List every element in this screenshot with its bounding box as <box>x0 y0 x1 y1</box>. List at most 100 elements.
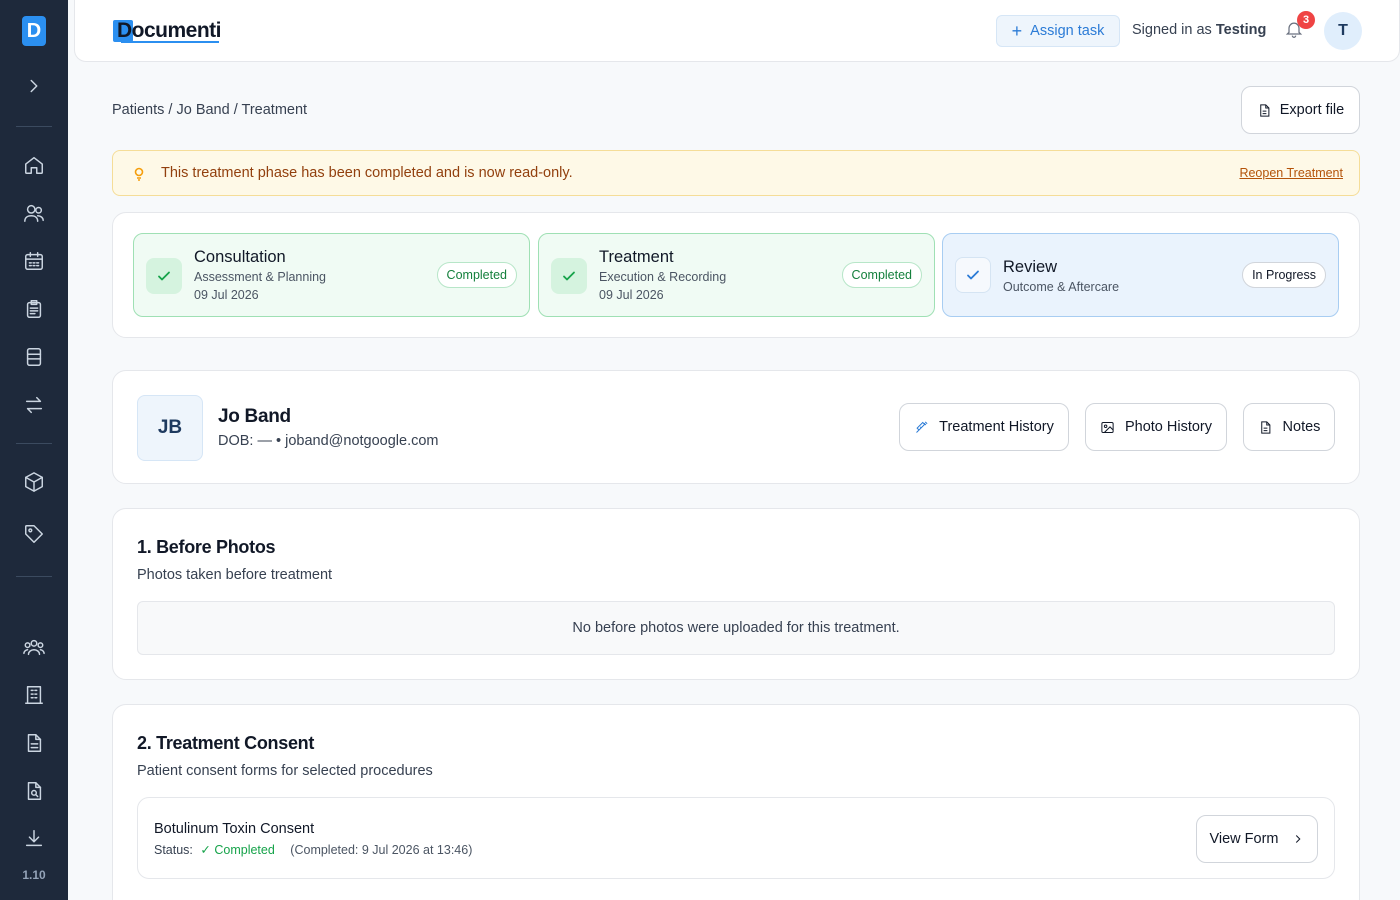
step-subtitle: Assessment & Planning <box>194 270 327 284</box>
treatment-history-label: Treatment History <box>939 419 1054 435</box>
check-icon <box>955 257 991 293</box>
check-icon <box>551 258 587 294</box>
notes-label: Notes <box>1282 419 1321 435</box>
chevron-right-icon <box>30 79 38 93</box>
box-icon <box>25 472 43 492</box>
notes-button[interactable]: Notes <box>1243 403 1335 451</box>
sidebar-item-clinics[interactable] <box>20 681 48 709</box>
sidebar-item-audit[interactable] <box>20 777 48 805</box>
users-icon <box>24 204 44 222</box>
check-icon <box>146 258 182 294</box>
patient-name: Jo Band <box>218 406 291 427</box>
status-badge: Completed <box>841 262 922 288</box>
home-icon <box>25 156 43 174</box>
lightbulb-icon <box>134 167 144 181</box>
download-icon <box>25 830 43 847</box>
sidebar-item-tasks[interactable] <box>20 295 48 323</box>
section-title: 2. Treatment Consent <box>137 733 315 753</box>
treatment-phase-stepper: Consultation Assessment & Planning 09 Ju… <box>112 212 1360 338</box>
photo-history-button[interactable]: Photo History <box>1085 403 1227 451</box>
app-version: 1.10 <box>22 868 46 882</box>
sidebar-divider <box>16 576 52 577</box>
note-icon <box>1260 420 1270 434</box>
step-subtitle: Execution & Recording <box>599 270 727 284</box>
assign-task-button[interactable]: + Assign task <box>996 15 1120 47</box>
documenti-logo[interactable]: Documenti <box>113 18 222 44</box>
sidebar-item-pricing[interactable] <box>20 520 48 548</box>
status-label: Status: <box>154 843 193 857</box>
photo-history-label: Photo History <box>1124 419 1213 435</box>
expand-sidebar-button[interactable] <box>20 72 48 100</box>
calendar-icon <box>25 252 43 270</box>
step-consultation[interactable]: Consultation Assessment & Planning 09 Ju… <box>133 233 530 317</box>
sidebar-item-transfers[interactable] <box>20 391 48 419</box>
step-title: Consultation <box>194 248 286 266</box>
signed-in-prefix: Signed in as <box>1132 22 1212 38</box>
sidebar-item-team[interactable] <box>20 633 48 661</box>
sidebar-item-calendar[interactable] <box>20 247 48 275</box>
signed-in-user: Testing <box>1215 22 1267 38</box>
export-file-label: Export file <box>1279 102 1345 118</box>
user-avatar[interactable]: T <box>1324 12 1362 50</box>
assign-task-label: Assign task <box>1030 23 1105 39</box>
section-subtitle: Photos taken before treatment <box>137 567 333 583</box>
export-file-button[interactable]: Export file <box>1241 86 1360 134</box>
sidebar-divider <box>16 126 52 127</box>
file-icon <box>1260 103 1270 117</box>
read-only-alert: This treatment phase has been completed … <box>112 150 1360 196</box>
status-badge: Completed <box>436 262 517 288</box>
sidebar-divider <box>16 443 52 444</box>
breadcrumb[interactable]: Patients / Jo Band / Treatment <box>112 102 307 118</box>
empty-photos-message: No before photos were uploaded for this … <box>137 601 1335 655</box>
sidebar: D 1.10 <box>0 0 68 900</box>
sidebar-item-inventory[interactable] <box>20 468 48 496</box>
image-icon <box>1101 421 1114 433</box>
patient-summary-card: JB Jo Band DOB: — • joband@notgoogle.com… <box>112 370 1360 484</box>
app-logo-icon[interactable]: D <box>22 16 46 46</box>
top-header: Documenti + Assign task Signed in as Tes… <box>74 0 1400 62</box>
signed-in-text: Signed in as Testing <box>1132 22 1266 38</box>
transfer-icon <box>25 396 43 414</box>
sidebar-item-patients[interactable] <box>20 199 48 227</box>
treatment-history-button[interactable]: Treatment History <box>899 403 1069 451</box>
sidebar-item-templates[interactable] <box>20 343 48 371</box>
chevron-right-icon <box>1295 835 1301 843</box>
status-badge: In Progress <box>1242 262 1326 288</box>
step-date: 09 Jul 2026 <box>194 288 259 302</box>
step-subtitle: Outcome & Aftercare <box>1003 280 1120 294</box>
section-subtitle: Patient consent forms for selected proce… <box>137 763 433 779</box>
sidebar-item-documents[interactable] <box>20 729 48 757</box>
status-note: (Completed: 9 Jul 2026 at 13:46) <box>290 843 473 857</box>
section-title: 1. Before Photos <box>137 537 276 557</box>
treatment-consent-section: 2. Treatment Consent Patient consent for… <box>112 704 1360 900</box>
sidebar-item-downloads[interactable] <box>20 825 48 853</box>
syringe-icon <box>916 421 928 433</box>
consent-form-name: Botulinum Toxin Consent <box>154 821 315 837</box>
step-title: Review <box>1003 258 1058 276</box>
document-search-icon <box>27 782 42 800</box>
team-icon <box>23 639 45 656</box>
tag-icon <box>25 525 43 543</box>
alert-message: This treatment phase has been completed … <box>161 165 573 181</box>
step-date: 09 Jul 2026 <box>599 288 664 302</box>
clipboard-icon <box>26 300 42 318</box>
consent-form-item: Botulinum Toxin Consent Status: ✓ Comple… <box>137 797 1335 879</box>
document-icon <box>27 734 42 752</box>
step-review[interactable]: Review Outcome & Aftercare In Progress <box>942 233 1339 317</box>
notification-count-badge: 3 <box>1297 11 1315 29</box>
step-treatment[interactable]: Treatment Execution & Recording 09 Jul 2… <box>538 233 935 317</box>
sidebar-item-home[interactable] <box>20 151 48 179</box>
consent-status: Status: ✓ Completed (Completed: 9 Jul 20… <box>154 842 472 857</box>
patient-avatar: JB <box>137 395 203 461</box>
view-form-label: View Form <box>1209 831 1279 847</box>
status-value: ✓ Completed <box>200 843 275 857</box>
plus-icon: + <box>1011 21 1023 41</box>
reopen-treatment-link[interactable]: Reopen Treatment <box>1239 166 1343 180</box>
logo-text: Documenti <box>117 19 222 42</box>
patient-meta: DOB: — • joband@notgoogle.com <box>218 433 439 449</box>
view-form-button[interactable]: View Form <box>1196 815 1318 863</box>
building-icon <box>25 686 43 704</box>
step-title: Treatment <box>599 248 674 266</box>
logo-underline <box>121 41 220 43</box>
before-photos-section: 1. Before Photos Photos taken before tre… <box>112 508 1360 680</box>
